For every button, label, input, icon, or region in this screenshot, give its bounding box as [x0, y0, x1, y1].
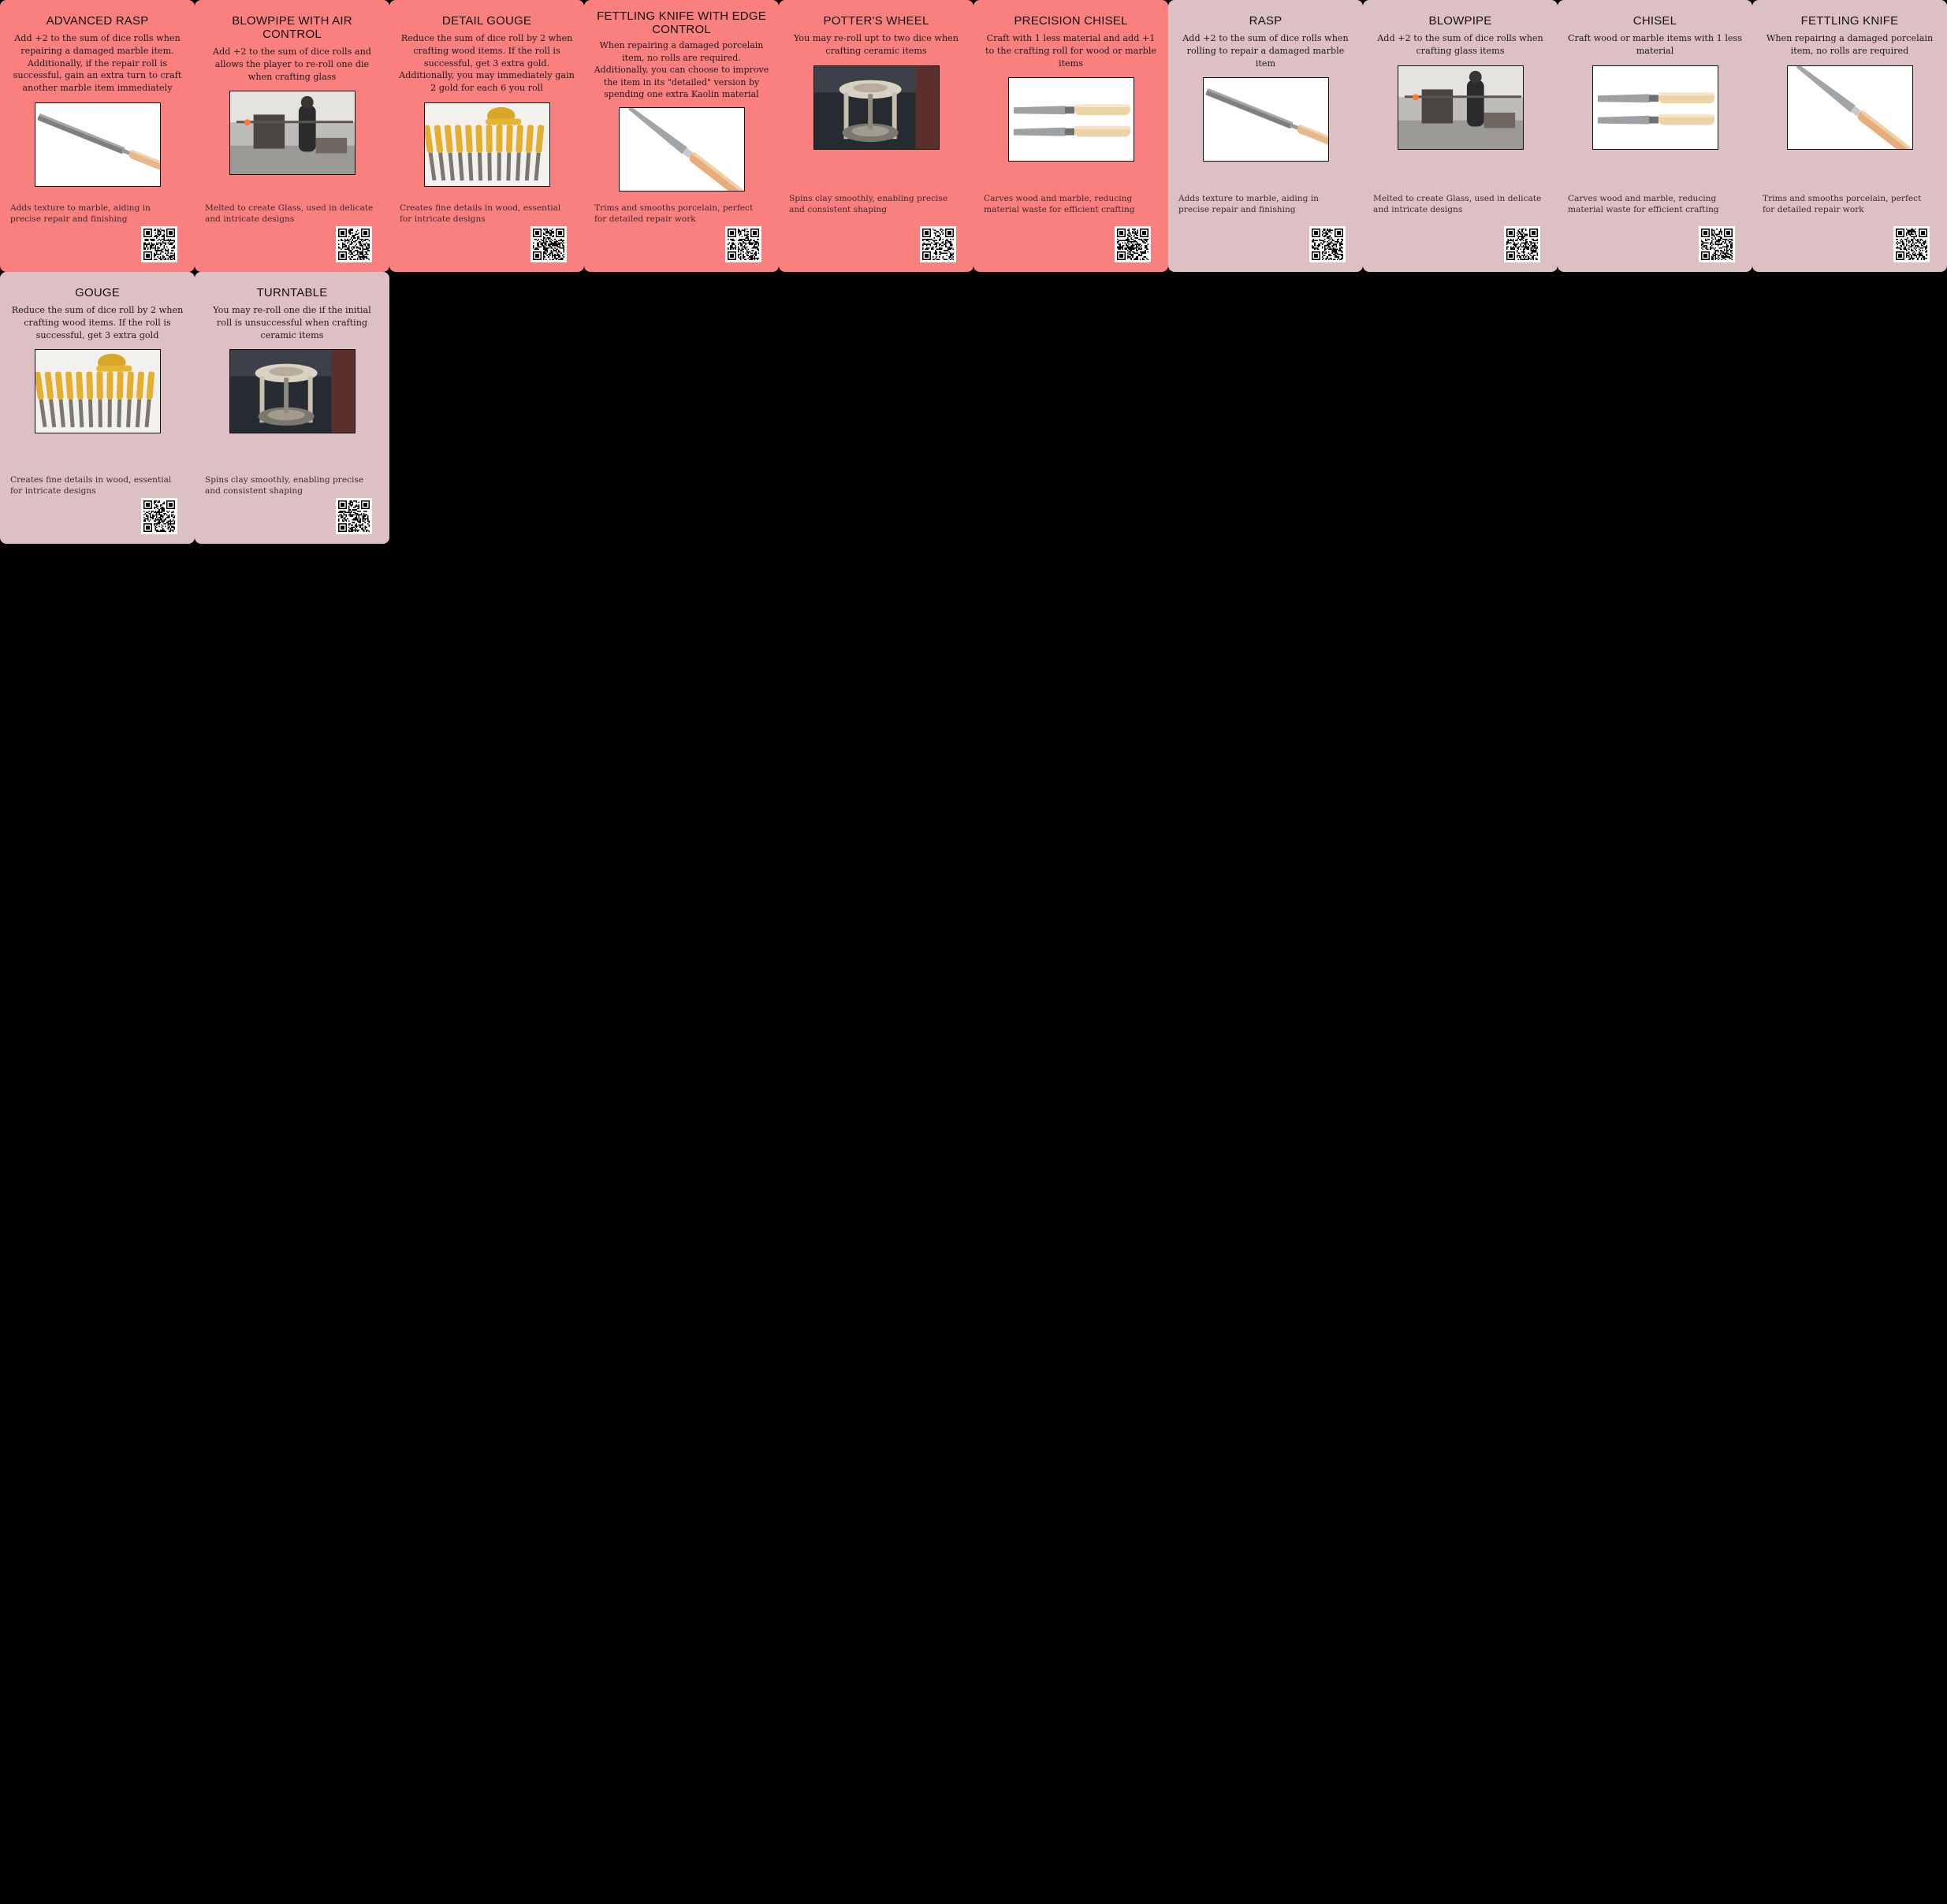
- blowpipe-image: [229, 91, 356, 176]
- card-rule-text: When repairing a damaged porcelain item,…: [1766, 33, 1934, 56]
- card-rule-text: You may re-roll one die if the initial r…: [213, 305, 371, 340]
- qr-code-icon: [1699, 226, 1735, 262]
- qr-code-icon: [1504, 226, 1540, 262]
- card-header: ADVANCED RASP Add +2 to the sum of dice …: [0, 0, 195, 197]
- card-flavor-text: Spins clay smoothly, enabling precise an…: [789, 194, 948, 214]
- tool-card[interactable]: RASP Add +2 to the sum of dice rolls whe…: [1168, 0, 1363, 272]
- tool-card[interactable]: PRECISION CHISEL Craft with 1 less mater…: [974, 0, 1168, 272]
- rasp-image: [1202, 77, 1329, 162]
- card-title: GOUGE: [75, 286, 120, 299]
- card-flavor-text: Adds texture to marble, aiding in precis…: [1178, 194, 1319, 214]
- card-rule-text: Craft with 1 less material and add +1 to…: [985, 33, 1157, 69]
- card-rule-text: Add +2 to the sum of dice rolls when rep…: [13, 33, 182, 94]
- qr-code-icon: [336, 226, 372, 262]
- blowpipe-image: [1397, 65, 1524, 150]
- card-header: BLOWPIPE WITH AIR CONTROL Add +2 to the …: [195, 0, 389, 197]
- card-title: FETTLING KNIFE: [1800, 14, 1899, 28]
- tool-card[interactable]: CHISEL Craft wood or marble items with 1…: [1558, 0, 1752, 272]
- tool-card[interactable]: DETAIL GOUGE Reduce the sum of dice roll…: [389, 0, 584, 272]
- qr-code-icon: [1115, 226, 1151, 262]
- card-flavor-text: Melted to create Glass, used in delicate…: [205, 203, 374, 224]
- card-sheet: ADVANCED RASP Add +2 to the sum of dice …: [0, 0, 1947, 1904]
- chisel-image: [1591, 65, 1718, 150]
- card-rule-text: Add +2 to the sum of dice rolls when rol…: [1182, 33, 1349, 69]
- card-title: RASP: [1249, 14, 1282, 28]
- card-flavor-text: Creates fine details in wood, essential …: [400, 203, 561, 224]
- card-rule-text: You may re-roll upt to two dice when cra…: [794, 33, 959, 56]
- card-header: FETTLING KNIFE When repairing a damaged …: [1752, 0, 1947, 197]
- card-flavor-text: Trims and smooths porcelain, perfect for…: [1763, 194, 1922, 214]
- card-header: CHISEL Craft wood or marble items with 1…: [1558, 0, 1752, 197]
- card-flavor-text: Carves wood and marble, reducing materia…: [984, 194, 1135, 214]
- wheel-image: [813, 65, 940, 150]
- knife-image: [1786, 65, 1913, 150]
- gouge-image: [423, 102, 550, 187]
- card-rule-text: Craft wood or marble items with 1 less m…: [1567, 33, 1743, 56]
- qr-code-icon: [1893, 226, 1930, 262]
- tool-card[interactable]: BLOWPIPE Add +2 to the sum of dice rolls…: [1363, 0, 1558, 272]
- card-header: RASP Add +2 to the sum of dice rolls whe…: [1168, 0, 1363, 197]
- qr-code-icon: [141, 498, 177, 534]
- card-title: POTTER'S WHEEL: [823, 14, 929, 28]
- card-header: BLOWPIPE Add +2 to the sum of dice rolls…: [1363, 0, 1558, 197]
- qr-code-icon: [141, 226, 177, 262]
- tool-card[interactable]: GOUGE Reduce the sum of dice roll by 2 w…: [0, 272, 195, 544]
- card-rule-text: Add +2 to the sum of dice rolls and allo…: [213, 46, 371, 82]
- card-flavor-text: Carves wood and marble, reducing materia…: [1568, 194, 1719, 214]
- tool-card[interactable]: FETTLING KNIFE WITH EDGE CONTROL When re…: [584, 0, 779, 272]
- qr-code-icon: [336, 498, 372, 534]
- card-header: FETTLING KNIFE WITH EDGE CONTROL When re…: [584, 0, 779, 197]
- qr-code-icon: [530, 226, 567, 262]
- gouge-image: [34, 349, 161, 434]
- card-title: PRECISION CHISEL: [1014, 14, 1128, 28]
- chisel-image: [1007, 77, 1134, 162]
- card-rule-text: Reduce the sum of dice roll by 2 when cr…: [399, 33, 575, 94]
- tool-card[interactable]: POTTER'S WHEEL You may re-roll upt to tw…: [779, 0, 974, 272]
- tool-card[interactable]: FETTLING KNIFE When repairing a damaged …: [1752, 0, 1947, 272]
- card-flavor-text: Creates fine details in wood, essential …: [10, 475, 172, 496]
- qr-code-icon: [920, 226, 956, 262]
- card-header: DETAIL GOUGE Reduce the sum of dice roll…: [389, 0, 584, 197]
- qr-code-icon: [725, 226, 761, 262]
- tool-card[interactable]: TURNTABLE You may re-roll one die if the…: [195, 272, 389, 544]
- rasp-image: [34, 102, 161, 187]
- tool-card[interactable]: BLOWPIPE WITH AIR CONTROL Add +2 to the …: [195, 0, 389, 272]
- card-header: POTTER'S WHEEL You may re-roll upt to tw…: [779, 0, 974, 197]
- card-title: FETTLING KNIFE WITH EDGE CONTROL: [597, 9, 766, 36]
- card-title: CHISEL: [1632, 14, 1677, 28]
- card-header: PRECISION CHISEL Craft with 1 less mater…: [974, 0, 1168, 197]
- card-title: ADVANCED RASP: [46, 14, 149, 28]
- card-header: GOUGE Reduce the sum of dice roll by 2 w…: [0, 272, 195, 469]
- card-flavor-text: Spins clay smoothly, enabling precise an…: [205, 475, 364, 496]
- card-rule-text: Add +2 to the sum of dice rolls when cra…: [1377, 33, 1543, 56]
- card-flavor-text: Melted to create Glass, used in delicate…: [1373, 194, 1542, 214]
- card-header: TURNTABLE You may re-roll one die if the…: [195, 272, 389, 469]
- card-title: BLOWPIPE WITH AIR CONTROL: [232, 14, 352, 41]
- tool-card[interactable]: ADVANCED RASP Add +2 to the sum of dice …: [0, 0, 195, 272]
- card-title: DETAIL GOUGE: [441, 14, 532, 28]
- knife-image: [618, 106, 745, 192]
- card-title: TURNTABLE: [256, 286, 328, 299]
- card-flavor-text: Trims and smooths porcelain, perfect for…: [594, 203, 754, 224]
- card-rule-text: When repairing a damaged porcelain item,…: [594, 40, 769, 99]
- card-title: BLOWPIPE: [1428, 14, 1492, 28]
- qr-code-icon: [1309, 226, 1346, 262]
- card-flavor-text: Adds texture to marble, aiding in precis…: [10, 203, 151, 224]
- card-rule-text: Reduce the sum of dice roll by 2 when cr…: [11, 305, 184, 340]
- wheel-image: [229, 349, 356, 434]
